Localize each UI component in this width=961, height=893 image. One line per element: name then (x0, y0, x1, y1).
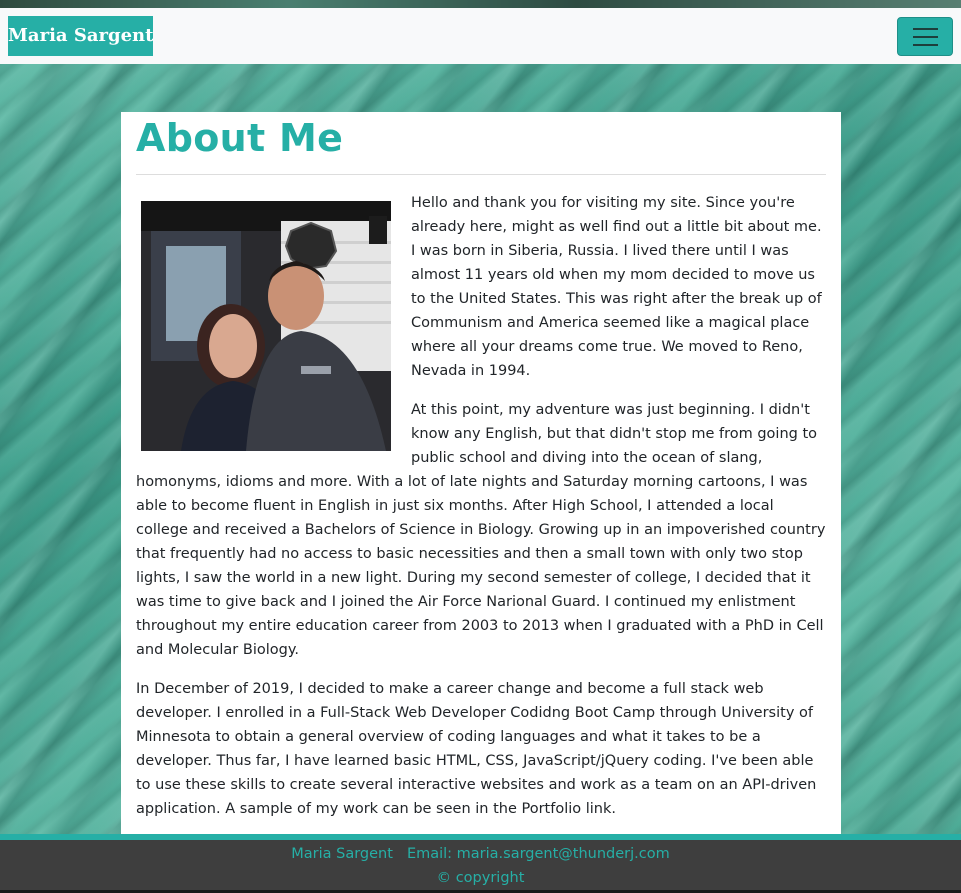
divider (136, 174, 826, 175)
navbar-toggle-button[interactable] (897, 17, 953, 56)
footer-copyright: © copyright (436, 870, 525, 886)
hamburger-menu-icon-bar (913, 36, 938, 38)
footer: Maria Sargent Email: maria.sargent@thunde… (0, 840, 961, 890)
footer-name: Maria Sargent (291, 846, 393, 862)
about-paragraph-3: In December of 2019, I decided to make a… (136, 681, 817, 817)
profile-photo (141, 201, 391, 451)
about-card: About Me Hello and thank you for visitin… (121, 112, 841, 834)
background-top-strip (0, 0, 961, 8)
footer-contact-line: Maria Sargent Email: maria.sargent@thunde… (0, 844, 961, 864)
navbar: Maria Sargent (0, 8, 961, 64)
profile-photo-image (141, 201, 391, 451)
page-title: About Me (136, 116, 344, 160)
brand-link[interactable]: Maria Sargent (8, 16, 153, 56)
footer-email-link[interactable]: Email: maria.sargent@thunderj.com (407, 846, 670, 862)
hamburger-menu-icon (913, 28, 938, 30)
hamburger-menu-icon-bar (913, 44, 938, 46)
